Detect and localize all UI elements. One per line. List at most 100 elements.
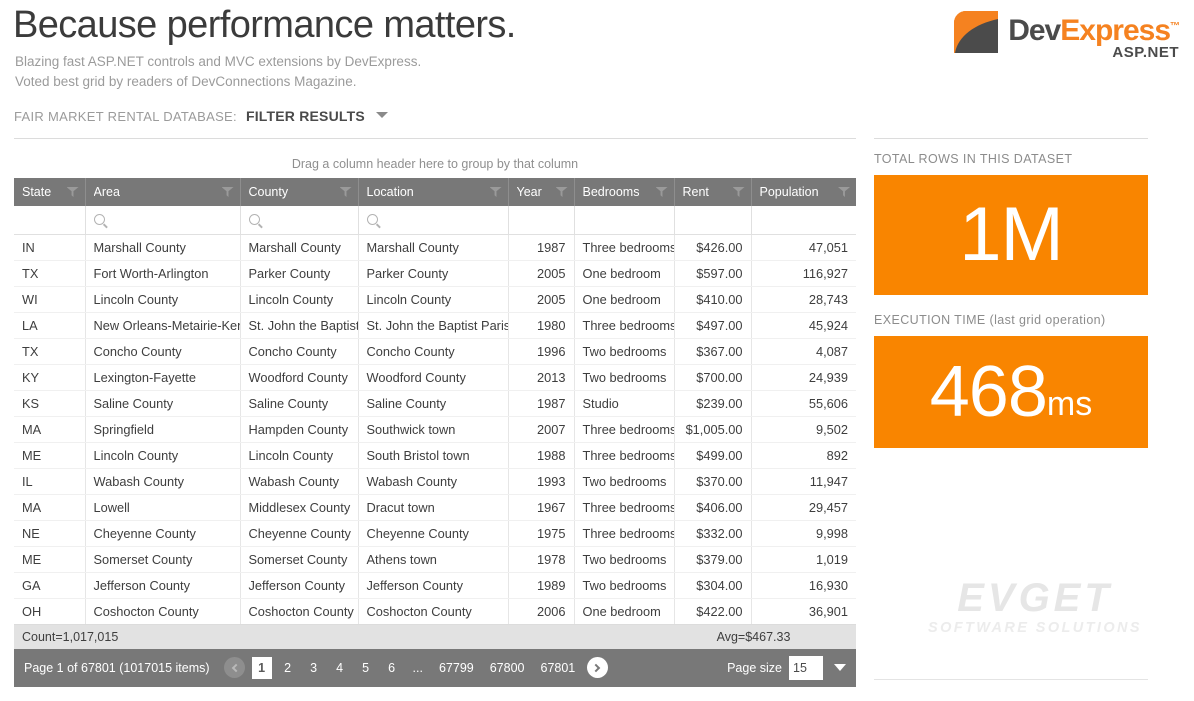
execution-time-value: 468: [929, 352, 1048, 432]
filter-cell-area[interactable]: [85, 206, 241, 235]
grid-summary-row: Count=1,017,015 Avg=$467.33: [14, 624, 856, 649]
pager-page-4[interactable]: 4: [330, 657, 350, 679]
column-header-label: County: [248, 185, 289, 199]
table-row[interactable]: KS Saline County Saline County Saline Count…: [14, 390, 856, 417]
table-row[interactable]: TX Fort Worth-Arlington Parker County Parke…: [14, 260, 856, 287]
magnifier-icon[interactable]: [366, 214, 378, 226]
cell-rent: $406.00: [674, 494, 752, 521]
magnifier-icon[interactable]: [248, 214, 260, 226]
cell-state: IL: [14, 468, 86, 495]
column-header-county[interactable]: County: [240, 178, 359, 206]
filter-cell-county[interactable]: [240, 206, 359, 235]
pager-page-67801[interactable]: 67801: [536, 657, 581, 679]
funnel-icon[interactable]: [221, 187, 234, 197]
divider-right-top: [874, 138, 1148, 139]
filter-cell-location[interactable]: [358, 206, 509, 235]
cell-rent: $410.00: [674, 286, 752, 313]
cell-county: Cheyenne County: [240, 520, 359, 547]
pager-next-button[interactable]: [587, 657, 609, 678]
cell-county: Lincoln County: [240, 286, 359, 313]
column-header-area[interactable]: Area: [85, 178, 241, 206]
table-row[interactable]: NE Cheyenne County Cheyenne County Cheyenne…: [14, 520, 856, 547]
pager-prev-button[interactable]: [223, 657, 245, 678]
cell-population: 55,606: [751, 390, 856, 417]
funnel-icon[interactable]: [655, 187, 668, 197]
cell-state: TX: [14, 260, 86, 287]
table-row[interactable]: IN Marshall County Marshall County Marshall…: [14, 234, 856, 261]
cell-area: Jefferson County: [85, 572, 241, 599]
cell-year: 1967: [508, 494, 575, 521]
chevron-down-icon[interactable]: [834, 664, 846, 671]
cell-rent: $597.00: [674, 260, 752, 287]
group-panel[interactable]: Drag a column header here to group by th…: [14, 150, 856, 178]
cell-area: Lincoln County: [85, 286, 241, 313]
column-header-label: Population: [759, 185, 819, 199]
cell-location: Marshall County: [358, 234, 509, 261]
table-row[interactable]: OH Coshocton County Coshocton County Coshoc…: [14, 598, 856, 625]
column-header-rent[interactable]: Rent: [674, 178, 752, 206]
cell-bedrooms: Two bedrooms: [574, 364, 675, 391]
table-row[interactable]: MA Lowell Middlesex County Dracut town 1967 T…: [14, 494, 856, 521]
cell-year: 2005: [508, 260, 575, 287]
column-header-population[interactable]: Population: [751, 178, 856, 206]
cell-bedrooms: One bedroom: [574, 286, 675, 313]
table-row[interactable]: LANew Orleans-Metairie-KennerSt. John th…: [14, 312, 856, 339]
cell-population: 11,947: [751, 468, 856, 495]
pager-page-67800[interactable]: 67800: [485, 657, 530, 679]
table-row[interactable]: WI Lincoln County Lincoln County Lincoln Co…: [14, 286, 856, 313]
pager-page-1[interactable]: 1: [251, 656, 272, 679]
funnel-icon[interactable]: [555, 187, 568, 197]
funnel-icon[interactable]: [489, 187, 502, 197]
cell-year: 1989: [508, 572, 575, 599]
table-row[interactable]: ME Somerset County Somerset County Athens t…: [14, 546, 856, 573]
page-size-input[interactable]: 15: [789, 655, 823, 680]
column-header-year[interactable]: Year: [508, 178, 575, 206]
pager-page-3[interactable]: 3: [304, 657, 324, 679]
pager-page-67799[interactable]: 67799: [434, 657, 479, 679]
logo-platform-text: ASP.NET: [1112, 44, 1179, 61]
table-row[interactable]: IL Wabash County Wabash County Wabash Count…: [14, 468, 856, 495]
cell-county: Woodford County: [240, 364, 359, 391]
pager-page-6[interactable]: 6: [382, 657, 402, 679]
pager-page-...[interactable]: ...: [408, 657, 428, 679]
cell-bedrooms: Studio: [574, 390, 675, 417]
funnel-icon[interactable]: [732, 187, 745, 197]
cell-year: 1975: [508, 520, 575, 547]
table-row[interactable]: GA Jefferson County Jefferson County Jeffer…: [14, 572, 856, 599]
table-row[interactable]: MA Springfield Hampden County Southwick tow…: [14, 416, 856, 443]
column-header-label: Bedrooms: [582, 185, 640, 199]
cell-county: Lincoln County: [240, 442, 359, 469]
filter-results-button[interactable]: FILTER RESULTS: [246, 108, 388, 124]
table-row[interactable]: KY Lexington-Fayette Woodford County Woodfo…: [14, 364, 856, 391]
column-header-bedrooms[interactable]: Bedrooms: [574, 178, 675, 206]
pager-page-5[interactable]: 5: [356, 657, 376, 679]
evget-watermark: EVGET SOFTWARE SOLUTIONS: [900, 578, 1170, 636]
logo-dev-text: Dev: [1008, 14, 1061, 47]
column-header-location[interactable]: Location: [358, 178, 509, 206]
grid-body: IN Marshall County Marshall County Marshall…: [14, 234, 856, 625]
cell-location: Parker County: [358, 260, 509, 287]
column-header-state[interactable]: State: [14, 178, 86, 206]
pager-page-2[interactable]: 2: [278, 657, 298, 679]
cell-rent: $239.00: [674, 390, 752, 417]
devexpress-logo: DevExpress™ ASP.NET: [953, 10, 1180, 61]
cell-population: 1,019: [751, 546, 856, 573]
table-row[interactable]: TX Concho County Concho County Concho Count…: [14, 338, 856, 365]
cell-year: 2013: [508, 364, 575, 391]
magnifier-icon[interactable]: [93, 214, 105, 226]
column-header-label: Location: [366, 185, 414, 199]
cell-bedrooms: Three bedrooms: [574, 234, 675, 261]
funnel-icon[interactable]: [66, 187, 79, 197]
table-row[interactable]: ME Lincoln County Lincoln County South Bris…: [14, 442, 856, 469]
summary-average: Avg=$467.33: [716, 629, 791, 644]
total-rows-label: TOTAL ROWS IN THIS DATASET: [874, 152, 1073, 166]
cell-rent: $370.00: [674, 468, 752, 495]
cell-area: Lowell: [85, 494, 241, 521]
subtitle-line-2: Voted best grid by readers of DevConnect…: [15, 74, 357, 89]
funnel-icon[interactable]: [339, 187, 352, 197]
cell-population: 9,998: [751, 520, 856, 547]
funnel-icon[interactable]: [838, 187, 850, 197]
cell-area: Lexington-Fayette: [85, 364, 241, 391]
grid-filter-row[interactable]: [14, 206, 856, 235]
cell-state: TX: [14, 338, 86, 365]
